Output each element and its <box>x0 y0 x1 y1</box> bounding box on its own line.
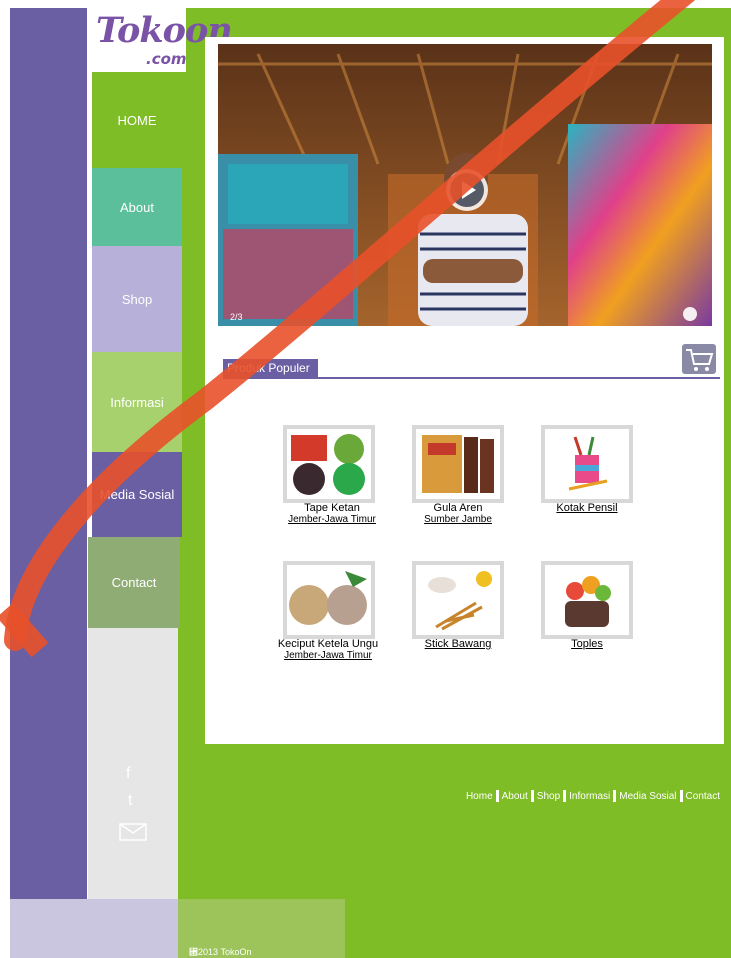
slide-indicator-icon[interactable] <box>682 306 698 327</box>
product-image-tape-ketan[interactable] <box>283 425 375 503</box>
nav-shop-label: Shop <box>121 291 153 307</box>
footer-link-media-sosial[interactable]: Media Sosial <box>619 791 676 802</box>
nav-about-label: About <box>120 199 154 215</box>
product-origin[interactable]: Sumber Jambe <box>383 514 533 525</box>
footer-link-about[interactable]: About <box>502 791 528 802</box>
nav-informasi[interactable]: Informasi <box>92 352 182 452</box>
product-image-keciput[interactable] <box>283 561 375 639</box>
footer-band-left <box>10 899 178 958</box>
slide-number: 2/3 <box>230 312 243 322</box>
footer-separator <box>530 790 534 802</box>
copyright-text: ⑒2013 TokoOn <box>189 947 252 957</box>
footer-separator <box>613 790 617 802</box>
product-image-gula-aren[interactable] <box>412 425 504 503</box>
section-divider <box>223 377 720 379</box>
section-title: Produk Populer <box>223 359 318 378</box>
nav-home[interactable]: HOME <box>92 72 182 168</box>
nav-about[interactable]: About <box>92 168 182 246</box>
nav-contact-label: Contact <box>111 575 157 590</box>
facebook-icon[interactable]: f <box>126 765 130 783</box>
footer-link-informasi[interactable]: Informasi <box>569 791 610 802</box>
footer-separator <box>495 790 499 802</box>
product-name[interactable]: Gula Aren <box>383 502 533 514</box>
footer-separator <box>563 790 567 802</box>
product-name[interactable]: Kotak Pensil <box>512 502 662 514</box>
footer-link-shop[interactable]: Shop <box>537 791 560 802</box>
footer-nav: Home About Shop Informasi Media Sosial C… <box>466 790 720 802</box>
product-name[interactable]: Toples <box>512 638 662 650</box>
product-origin[interactable]: Jember-Jawa Timur <box>253 650 403 661</box>
nav-media-sosial[interactable]: Media Sosial <box>92 452 182 537</box>
product-name[interactable]: Keciput Ketela Ungu <box>253 638 403 650</box>
product-image-kotak-pensil[interactable] <box>541 425 633 503</box>
left-sidebar-strip <box>10 8 87 899</box>
product-name[interactable]: Stick Bawang <box>383 638 533 650</box>
social-links-column <box>88 628 178 899</box>
nav-shop[interactable]: Shop <box>92 246 182 352</box>
logo-suffix: .com <box>146 50 187 68</box>
nav-media-sosial-label: Media Sosial <box>99 487 175 502</box>
nav-informasi-label: Informasi <box>110 394 164 410</box>
envelope-icon[interactable] <box>119 823 147 846</box>
footer-link-home[interactable]: Home <box>466 791 493 802</box>
product-image-stick-bawang[interactable] <box>412 561 504 639</box>
product-image-toples[interactable] <box>541 561 633 639</box>
nav-contact[interactable]: Contact <box>88 537 180 628</box>
twitter-icon[interactable]: t <box>128 792 132 810</box>
footer-separator <box>679 790 683 802</box>
shopping-cart-icon[interactable] <box>682 344 716 374</box>
footer-link-contact[interactable]: Contact <box>686 791 720 802</box>
play-icon[interactable] <box>445 168 489 217</box>
nav-home-label: HOME <box>117 112 157 128</box>
